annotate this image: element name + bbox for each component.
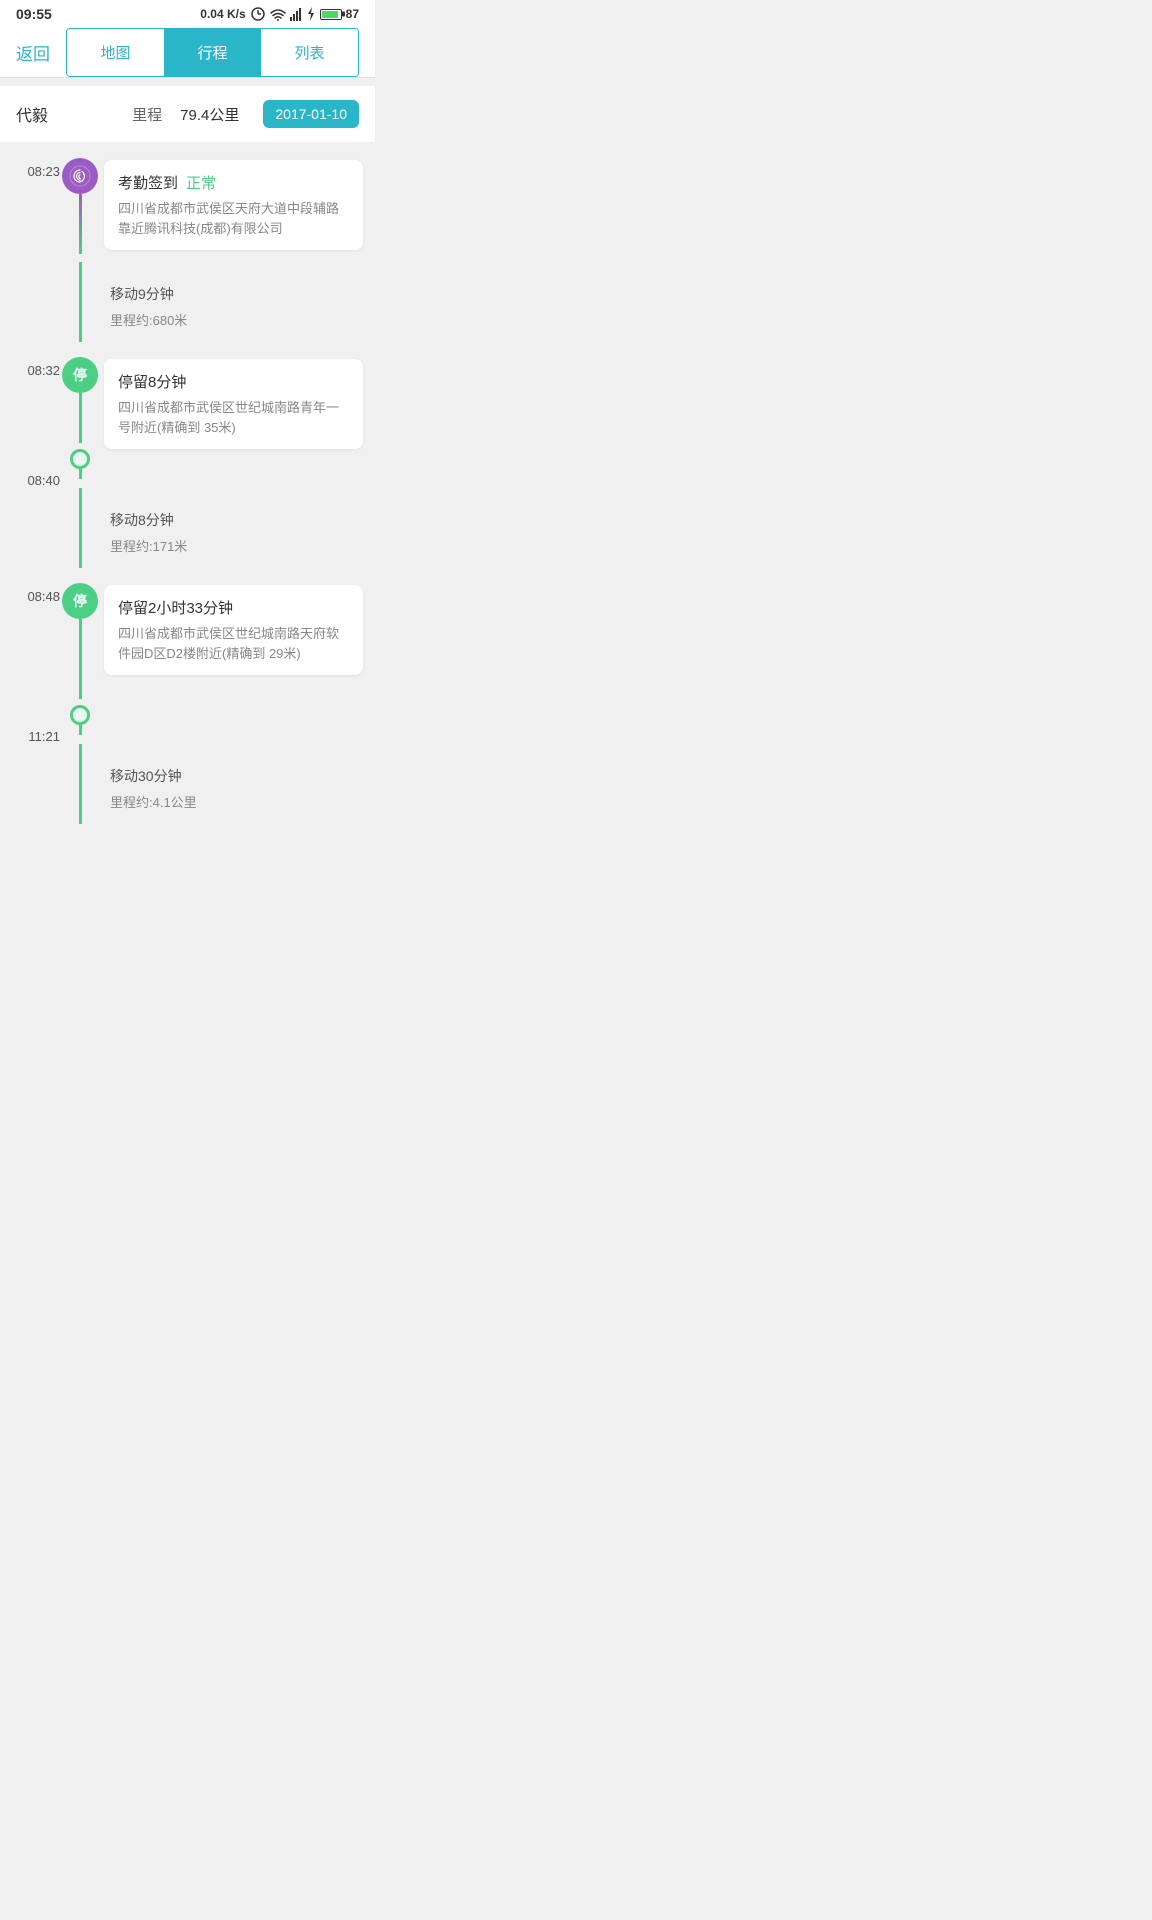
move-duration-1: 移动9分钟: [110, 284, 357, 304]
dot-fingerprint: [62, 158, 98, 194]
move-content-3: 移动30分钟 里程约:4.1公里: [100, 744, 375, 833]
status-right: 0.04 K/s 87: [200, 6, 359, 22]
move-mileage-2: 里程约:171米: [110, 536, 357, 555]
driver-name: 代毅: [16, 102, 48, 126]
timeline-event-2: 08:32 停 08:40 停留8分钟: [0, 351, 375, 488]
move-duration-3: 移动30分钟: [110, 766, 357, 786]
mileage-label: 里程: [132, 104, 162, 125]
status-time: 09:55: [16, 6, 52, 22]
move-segment-1: 移动9分钟 里程约:680米: [0, 262, 375, 351]
move-content-1: 移动9分钟 里程约:680米: [100, 262, 375, 351]
event-2-title: 停留8分钟: [118, 371, 186, 392]
fingerprint-svg: [69, 165, 91, 187]
time-0823: 08:23: [0, 152, 60, 179]
content-event-2: 停留8分钟 四川省成都市武侯区世纪城南路青年一号附近(精确到 35米): [100, 351, 375, 488]
tab-list[interactable]: 列表: [261, 29, 358, 76]
line-green-4: [79, 619, 82, 699]
tab-itinerary[interactable]: 行程: [164, 29, 261, 76]
event-1-status: 正常: [186, 172, 216, 193]
info-row: 代毅 里程 79.4公里 2017-01-10: [0, 86, 375, 142]
move-segment-3: 移动30分钟 里程约:4.1公里: [0, 744, 375, 833]
timeline-event-3: 08:48 停 11:21 停留2小时33分钟: [0, 577, 375, 744]
time-0832: 08:32: [0, 351, 60, 378]
content-event-3: 停留2小时33分钟 四川省成都市武侯区世纪城南路天府软件园D区D2楼附近(精确到…: [100, 577, 375, 744]
time-0840: 08:40: [0, 471, 60, 488]
move-card-3: 移动30分钟 里程约:4.1公里: [104, 752, 363, 825]
line-green-2: [79, 393, 82, 443]
signal-icon: [290, 7, 302, 21]
timeline-event-1: 08:23: [0, 152, 375, 262]
clock-icon: [250, 6, 266, 22]
event-card-3: 停留2小时33分钟 四川省成都市武侯区世纪城南路天府软件园D区D2楼附近(精确到…: [104, 585, 363, 675]
event-card-2: 停留8分钟 四川省成都市武侯区世纪城南路青年一号附近(精确到 35米): [104, 359, 363, 449]
lightning-icon: [306, 7, 316, 21]
move-card-1: 移动9分钟 里程约:680米: [104, 270, 363, 343]
timeline-container: 08:23: [0, 142, 375, 843]
move-duration-2: 移动8分钟: [110, 510, 357, 530]
line-green-5: [79, 744, 82, 824]
line-green-1: [79, 262, 82, 342]
wifi-icon: [270, 8, 286, 21]
battery-level: 87: [346, 7, 359, 21]
battery-icon: [320, 9, 342, 20]
event-2-addr: 四川省成都市武侯区世纪城南路青年一号附近(精确到 35米): [118, 398, 349, 437]
dot-small-2: [70, 705, 90, 725]
content-event-1: 考勤签到 正常 四川省成都市武侯区天府大道中段辅路靠近腾讯科技(成都)有限公司: [100, 152, 375, 262]
dot-stop-2: 停: [62, 583, 98, 619]
dot-stop-1: 停: [62, 357, 98, 393]
event-3-title: 停留2小时33分钟: [118, 597, 233, 618]
network-speed: 0.04 K/s: [200, 7, 245, 21]
mileage-value: 79.4公里: [180, 104, 239, 125]
time-0848: 08:48: [0, 577, 60, 604]
event-3-addr: 四川省成都市武侯区世纪城南路天府软件园D区D2楼附近(精确到 29米): [118, 624, 349, 663]
move-mileage-1: 里程约:680米: [110, 310, 357, 329]
status-bar: 09:55 0.04 K/s 87: [0, 0, 375, 28]
move-mileage-3: 里程约:4.1公里: [110, 792, 357, 811]
move-segment-2: 移动8分钟 里程约:171米: [0, 488, 375, 577]
event-1-addr: 四川省成都市武侯区天府大道中段辅路靠近腾讯科技(成都)有限公司: [118, 199, 349, 238]
date-badge: 2017-01-10: [263, 100, 359, 128]
event-card-1: 考勤签到 正常 四川省成都市武侯区天府大道中段辅路靠近腾讯科技(成都)有限公司: [104, 160, 363, 250]
line-purple-green: [79, 194, 82, 254]
back-button[interactable]: 返回: [0, 40, 66, 65]
tab-bar: 地图 行程 列表: [66, 28, 359, 77]
event-1-title: 考勤签到: [118, 172, 178, 193]
move-card-2: 移动8分钟 里程约:171米: [104, 496, 363, 569]
dot-small-1: [70, 449, 90, 469]
line-green-3: [79, 488, 82, 568]
tab-map[interactable]: 地图: [67, 29, 164, 76]
header: 返回 地图 行程 列表: [0, 28, 375, 78]
move-content-2: 移动8分钟 里程约:171米: [100, 488, 375, 577]
time-1121: 11:21: [0, 727, 60, 744]
